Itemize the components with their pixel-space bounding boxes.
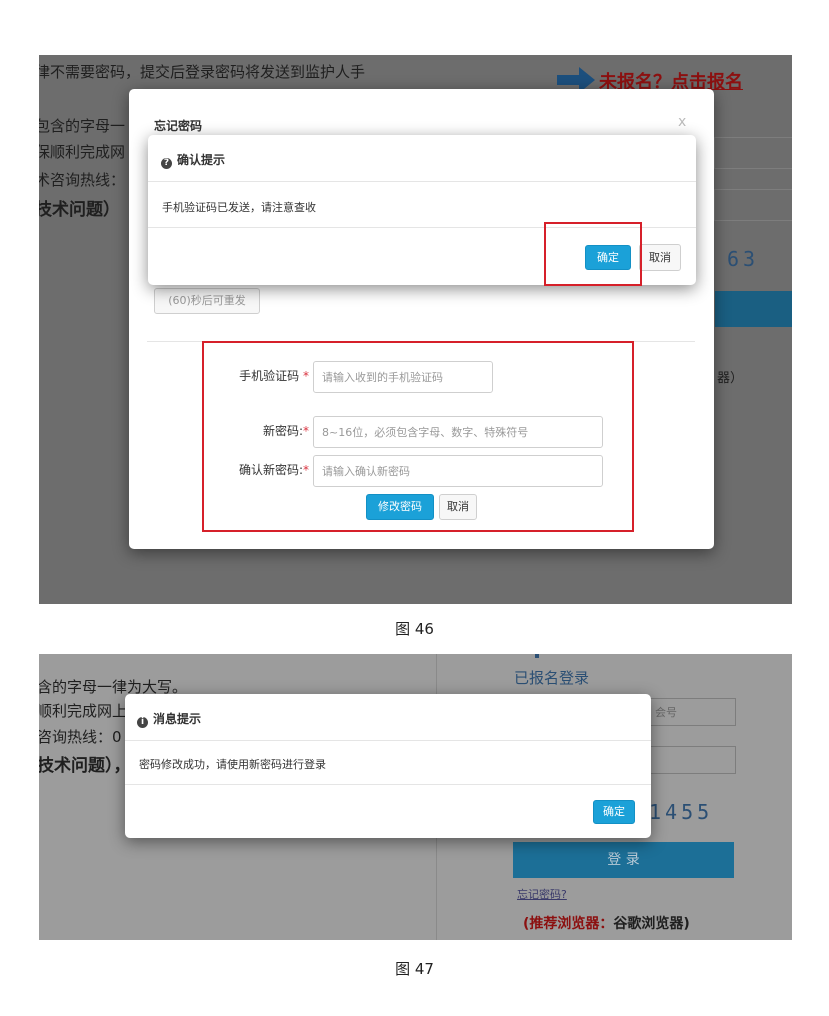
bg-input-box — [650, 746, 736, 774]
screenshot-figure-47: 含的字母一律为大写。 顺利完成网上 咨询热线：0 技术问题）， 已报名登录 会号… — [39, 654, 792, 940]
bg-login-button — [715, 291, 792, 327]
captcha-text: 1455 — [649, 800, 714, 824]
bg-recommend-text: 器） — [717, 371, 744, 386]
login-button[interactable]: 登 录 — [513, 842, 734, 878]
ok-button[interactable]: 确定 — [593, 800, 635, 824]
bg-text-line: 技术问题）， — [39, 756, 131, 776]
forgot-password-link[interactable]: 忘记密码? — [517, 886, 567, 902]
recommend-browser-text: (推荐浏览器：谷歌浏览器) — [523, 916, 690, 932]
modal-title: 忘记密码 — [154, 119, 203, 133]
info-circle-icon: i — [137, 717, 148, 728]
bg-text-line: 包含的字母一 — [39, 117, 126, 135]
bg-text-line: 保顺利完成网 — [39, 143, 126, 161]
divider — [148, 181, 696, 182]
resend-code-button[interactable]: (60)秒后可重发 — [154, 288, 260, 314]
highlight-box — [544, 222, 642, 286]
bg-text-line: 律不需要密码，提交后登录密码将发送到监护人手 — [39, 63, 366, 81]
bg-input-box — [714, 137, 792, 169]
divider — [125, 740, 651, 741]
highlight-box — [202, 341, 634, 532]
confirm-dialog: ? 确认提示 手机验证码已发送，请注意查收 确定 取消 — [148, 135, 696, 286]
dialog-message: 密码修改成功，请使用新密码进行登录 — [139, 758, 326, 771]
dialog-title: ? 确认提示 — [161, 151, 225, 169]
bg-text-line: 顺利完成网上 — [39, 702, 128, 720]
dialog-title: i 消息提示 — [137, 710, 201, 728]
divider — [125, 784, 651, 785]
login-title: 已报名登录 — [514, 669, 590, 687]
screenshot-figure-46: 律不需要密码，提交后登录密码将发送到监护人手 包含的字母一 保顺利完成网 术咨询… — [39, 55, 792, 604]
bg-text-line: 术咨询热线： — [39, 171, 126, 189]
close-icon[interactable]: x — [678, 114, 686, 130]
question-circle-icon: ? — [161, 158, 172, 169]
bg-text-line: 技术问题） — [39, 200, 120, 220]
arrow-tail-icon — [535, 654, 539, 658]
cancel-button[interactable]: 取消 — [639, 244, 681, 271]
bg-input-box — [714, 189, 792, 221]
message-dialog: i 消息提示 密码修改成功，请使用新密码进行登录 确定 — [125, 694, 651, 838]
figure-caption: 图 46 — [395, 620, 434, 638]
figure-caption: 图 47 — [395, 960, 434, 978]
bg-input-box: 会号 — [650, 698, 736, 726]
bg-text-line: 咨询热线：0 — [39, 728, 122, 746]
captcha-text: 63 — [727, 247, 760, 271]
dialog-message: 手机验证码已发送，请注意查收 — [162, 201, 316, 214]
